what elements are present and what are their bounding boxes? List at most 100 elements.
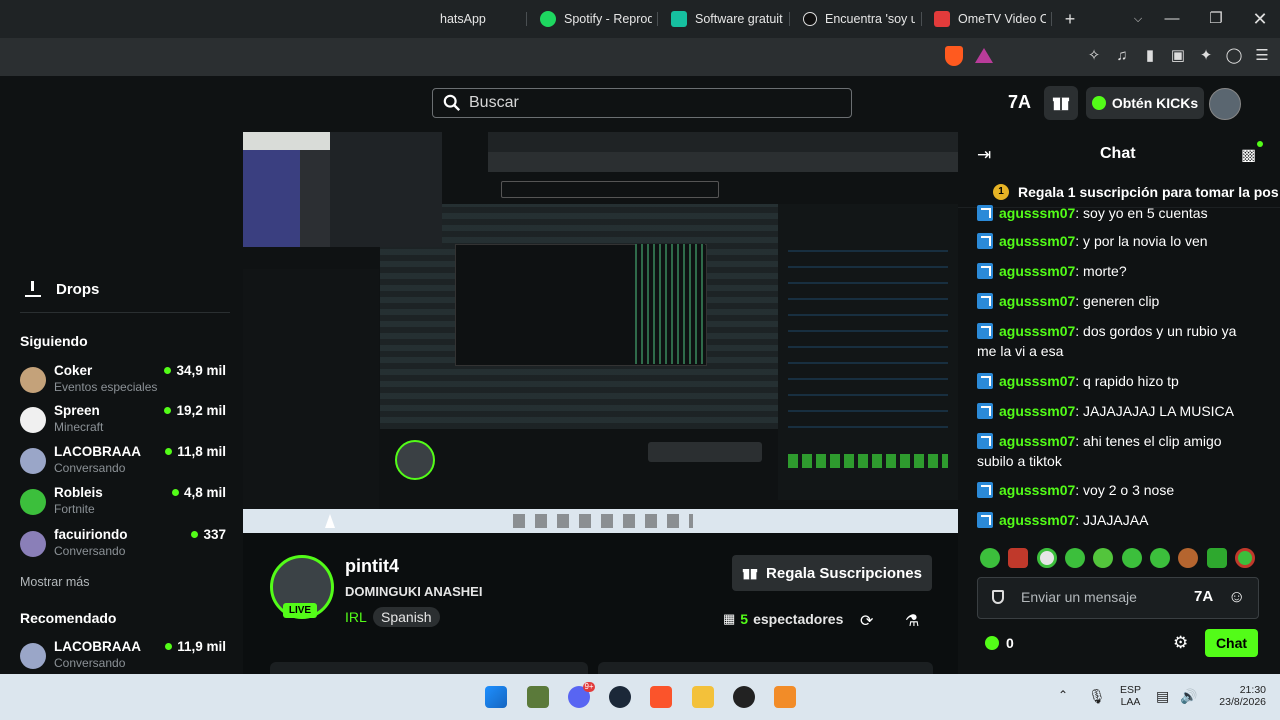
menu-icon[interactable]: ☰ <box>1252 46 1272 66</box>
translate-icon[interactable]: 7A <box>1008 92 1031 113</box>
leo-ai-icon[interactable]: ✦ <box>1196 46 1216 66</box>
fl-studio-icon[interactable] <box>774 686 796 708</box>
chevron-up-icon[interactable]: ⌃ <box>1058 688 1068 702</box>
emote-icon[interactable] <box>1178 548 1199 568</box>
emote-icon[interactable] <box>1064 548 1085 568</box>
user-avatar[interactable] <box>1209 88 1241 120</box>
network-icon[interactable]: ▤ <box>1156 688 1169 705</box>
sidebar-item-facuiriondo[interactable]: facuiriondo Conversando 337 <box>20 527 230 563</box>
tab-spotify[interactable]: Spotify - Reprodu <box>540 6 652 32</box>
avatar <box>20 407 46 433</box>
language-tag[interactable]: Spanish <box>373 607 440 627</box>
tab-tiktok[interactable]: Encuentra 'soy u <box>803 6 915 32</box>
stream-category-link[interactable]: IRL <box>345 609 367 625</box>
emote-icon[interactable] <box>1206 548 1227 568</box>
brave-rewards-icon[interactable] <box>975 48 993 63</box>
webcam-person-right <box>330 132 442 247</box>
brave-shield-icon[interactable] <box>945 46 963 66</box>
emote-icon[interactable] <box>980 548 1000 568</box>
gift-subscriptions-button[interactable]: Regala Suscripciones <box>732 555 932 591</box>
viewer-count: 11,8 mil <box>165 444 226 459</box>
gift-box-icon <box>1052 97 1070 111</box>
gift-icon <box>742 569 758 580</box>
file-explorer-icon[interactable] <box>692 686 714 708</box>
emoji-icon[interactable]: ☺ <box>1228 587 1245 607</box>
sub-badge-icon <box>977 205 993 221</box>
tab-ometv[interactable]: OmeTV Video Ch <box>934 6 1046 32</box>
sidebar-item-robleis[interactable]: Robleis Fortnite 4,8 mil <box>20 485 230 521</box>
chat-send-button[interactable]: Chat <box>1205 629 1258 657</box>
channel-category: Conversando <box>54 461 126 475</box>
captured-toolbar <box>488 152 958 172</box>
captured-search <box>501 181 719 198</box>
leaderboard-icon[interactable]: ▩ <box>1241 145 1256 165</box>
show-more-link[interactable]: Mostrar más <box>20 575 89 589</box>
obs-icon[interactable] <box>733 686 755 708</box>
sidebar-item-drops[interactable]: Drops <box>56 281 99 298</box>
emote-icon[interactable] <box>1093 548 1114 568</box>
extensions-icon[interactable]: ✧ <box>1084 46 1104 66</box>
wallet-icon[interactable]: ▣ <box>1168 46 1188 66</box>
sidebar-item-spreen[interactable]: Spreen Minecraft 19,2 mil <box>20 403 230 439</box>
settings-gear-icon[interactable]: ⚙ <box>1173 633 1188 653</box>
new-tab-icon[interactable]: + <box>1059 8 1081 30</box>
emote-icon[interactable] <box>1121 548 1142 568</box>
microphone-icon[interactable]: 🎙 <box>1088 688 1106 705</box>
language-indicator[interactable]: ESP LAA <box>1120 684 1141 708</box>
sidebar-toggle-icon[interactable]: ▮ <box>1140 46 1160 66</box>
obtain-kicks-button[interactable]: Obtén KICKs <box>1086 87 1204 119</box>
share-icon[interactable]: ⟳ <box>860 611 873 631</box>
search-input[interactable]: Buscar <box>432 88 852 118</box>
vpn-shield-icon[interactable]: ◯ <box>1224 46 1244 66</box>
sidebar-item-lacobraaa-recommended[interactable]: LACOBRAAA Conversando 11,9 mil <box>20 639 230 675</box>
emote-icon[interactable] <box>1036 548 1057 568</box>
emote-icon[interactable] <box>1008 548 1029 568</box>
translate-icon[interactable]: 7A <box>1194 588 1213 605</box>
steam-icon[interactable] <box>609 686 631 708</box>
tab-software[interactable]: Software gratuito <box>671 6 783 32</box>
chat-input-placeholder: Enviar un mensaje <box>1021 589 1137 605</box>
tab-label: Spotify - Reprodu <box>564 12 652 26</box>
emote-icon[interactable] <box>1149 548 1170 568</box>
minimize-icon[interactable]: — <box>1161 8 1183 30</box>
gift-settings-icon[interactable]: ⚗ <box>905 611 919 631</box>
chat-message: agusssm07: JAJAJAJAJ LA MUSICA <box>977 401 1257 421</box>
sub-badge-icon <box>977 482 993 498</box>
channel-name: LACOBRAAA <box>54 639 141 654</box>
clock[interactable]: 21:30 23/8/2026 <box>1208 684 1266 708</box>
chevron-down-icon[interactable]: ⌵ <box>1127 8 1149 30</box>
channel-name[interactable]: pintit4 <box>345 556 399 577</box>
clock-time: 21:30 <box>1239 684 1266 696</box>
channel-category: Fortnite <box>54 502 95 516</box>
gift-count-icon: 1 <box>993 184 1009 200</box>
webcam-overlay <box>243 132 442 247</box>
people-icon: ▦ <box>723 611 736 626</box>
kicks-coin-icon <box>985 636 999 650</box>
shield-icon <box>992 590 1004 604</box>
sidebar-item-lacobraaa[interactable]: LACOBRAAA Conversando 11,8 mil <box>20 444 230 480</box>
maximize-icon[interactable]: ❐ <box>1205 8 1227 30</box>
channel-category: Eventos especiales <box>54 380 158 394</box>
volume-icon[interactable]: 🔊 <box>1180 688 1197 705</box>
brave-icon[interactable] <box>650 686 672 708</box>
channel-name: Coker <box>54 363 93 378</box>
tab-separator <box>657 12 658 26</box>
chat-input[interactable]: Enviar un mensaje 7A ☺ <box>977 577 1259 619</box>
windows-start-icon[interactable] <box>485 686 507 708</box>
music-icon[interactable]: ♫ <box>1112 46 1132 66</box>
collapse-chat-icon[interactable]: ⇥ <box>977 145 991 165</box>
close-icon[interactable]: ✕ <box>1249 8 1271 30</box>
sub-badge-icon <box>977 373 993 389</box>
chat-message: agusssm07: JJAJAJAA <box>977 510 1257 530</box>
store-button[interactable] <box>1044 86 1078 120</box>
sidebar-item-coker[interactable]: Coker Eventos especiales 34,9 mil <box>20 363 230 399</box>
captured-sidebar <box>243 269 379 509</box>
viewers-number: 5 <box>740 611 749 627</box>
tab-whatsapp[interactable]: hatsApp <box>440 6 522 32</box>
emote-icon[interactable] <box>1234 548 1255 568</box>
minecraft-icon[interactable] <box>527 686 549 708</box>
notification-dot <box>1257 141 1263 147</box>
live-dot-icon <box>165 643 173 650</box>
video-player[interactable] <box>243 132 958 533</box>
search-icon <box>443 94 461 112</box>
